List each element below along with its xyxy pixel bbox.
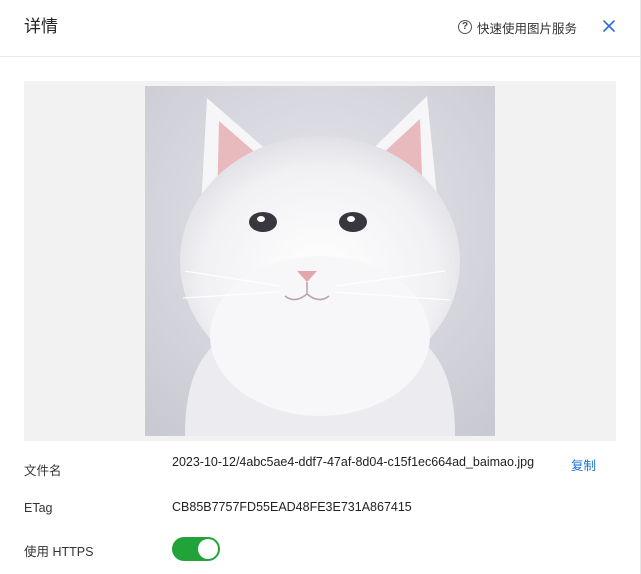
copy-filename-button[interactable]: 复制 <box>571 455 596 474</box>
https-label: 使用 HTTPS <box>24 545 94 559</box>
drawer-title: 详情 <box>24 17 58 36</box>
cat-image <box>145 86 495 436</box>
question-circle-icon: ? <box>458 20 472 34</box>
etag-label: ETag <box>24 501 53 515</box>
toggle-knob <box>198 539 218 559</box>
details-drawer: 详情 ? 快速使用图片服务 文件名 2023-10-12/4abc5ae4-dd… <box>0 0 641 574</box>
image-preview <box>24 81 616 441</box>
filename-label: 文件名 <box>24 464 62 478</box>
https-toggle[interactable] <box>172 537 220 561</box>
help-link-label: 快速使用图片服务 <box>477 21 578 36</box>
close-icon[interactable] <box>602 19 616 33</box>
filename-value: 2023-10-12/4abc5ae4-ddf7-47af-8d04-c15f1… <box>172 455 535 469</box>
etag-value: CB85B7757FD55EAD48FE3E731A867415 <box>172 500 412 514</box>
quick-start-help-link[interactable]: ? 快速使用图片服务 <box>458 18 577 36</box>
drawer-header: 详情 ? 快速使用图片服务 <box>0 0 641 57</box>
